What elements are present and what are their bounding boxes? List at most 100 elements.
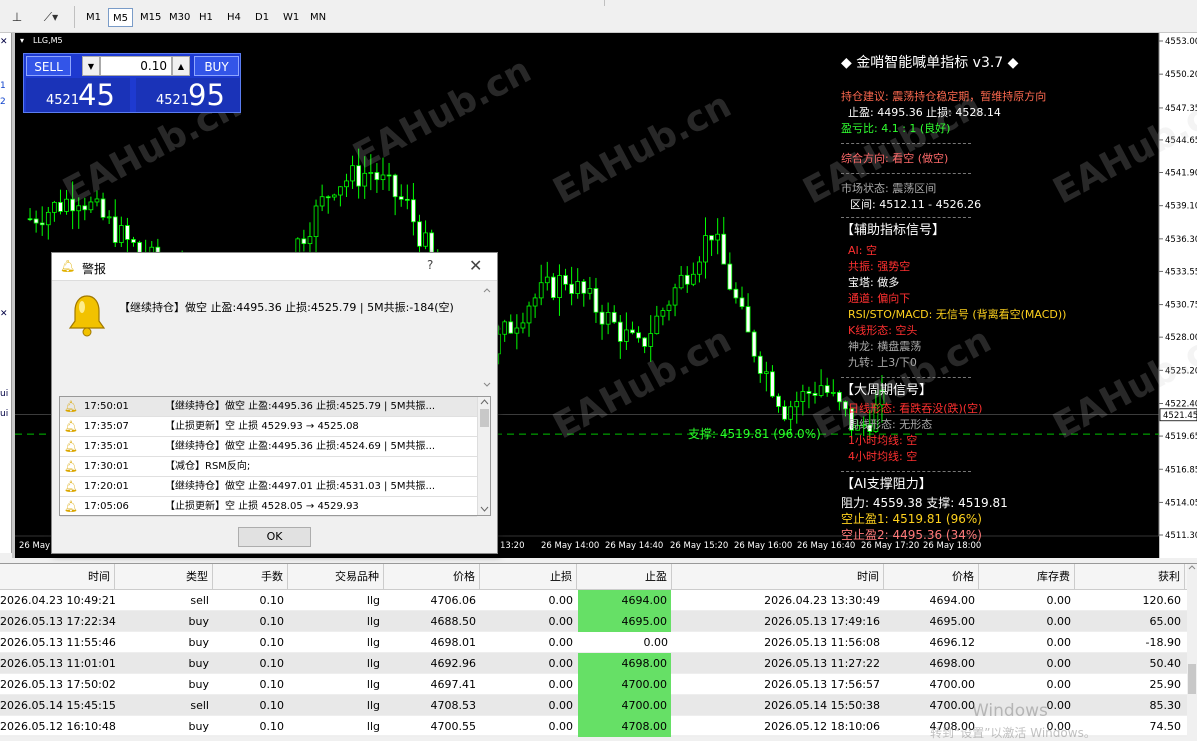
y-tick-label: 4519.65 (1165, 432, 1197, 442)
candle-body (380, 174, 386, 181)
h1-ma-signal: 1小时均线: 空 (848, 434, 918, 447)
candle-body (818, 385, 824, 396)
table-cell: 2026.05.12 16:10:48 (0, 720, 116, 733)
sell-button[interactable]: SELL (26, 56, 71, 76)
table-cell: 4696.12 (929, 636, 976, 649)
buy-button[interactable]: BUY (194, 56, 239, 76)
table-cell: 2026.05.13 17:50:02 (0, 678, 116, 691)
table-row[interactable]: 2026.05.13 17:22:34 buy 0.10 llg 4688.50 0.00… (0, 611, 1187, 632)
one-click-trading-panel: SELL ▼ ▲ BUY 4521 45 4521 95 (23, 53, 241, 113)
table-cell: 2026.05.14 15:45:15 (0, 699, 116, 712)
terminal-scrollbar[interactable] (1187, 564, 1197, 736)
table-row[interactable]: 2026.05.13 11:01:01 buy 0.10 llg 4692.96 0.00… (0, 653, 1187, 674)
ok-button[interactable]: OK (238, 527, 311, 547)
shapes-dropdown-icon[interactable]: ⟋▾ (34, 8, 68, 26)
strip-close-icon[interactable]: ✕ (0, 309, 8, 319)
column-header[interactable]: 止损 (480, 564, 577, 590)
column-header[interactable]: 类型 (115, 564, 213, 590)
table-cell: 0.10 (259, 594, 285, 607)
current-price-label: 4521.45 (1163, 411, 1197, 421)
table-row[interactable]: 2026.05.13 17:50:02 buy 0.10 llg 4697.41 0.00… (0, 674, 1187, 695)
candle-body (325, 196, 331, 199)
line-tool-icon[interactable]: ⊥ (6, 8, 28, 26)
chart-menu-icon[interactable]: ▾ (20, 36, 24, 45)
column-header[interactable]: 止盈 (577, 564, 672, 590)
table-cell: buy (188, 720, 209, 733)
alert-time: 17:35:01 (84, 441, 129, 452)
buy-price-digits: 95 (188, 78, 225, 112)
timeframe-h1[interactable]: H1 (195, 8, 217, 27)
candle-body (654, 315, 660, 335)
message-scrollbar[interactable] (482, 287, 492, 389)
candle-body (131, 239, 136, 243)
candle-body (605, 312, 611, 325)
timeframe-m5[interactable]: M5 (108, 8, 133, 27)
alert-history-row[interactable]: 🔔︎ 17:35:07 【止损更新】空 止损 4529.93 → 4525.08 (60, 417, 477, 437)
table-cell: 0.00 (548, 657, 574, 670)
x-tick-label: 26 May 14:40 (605, 541, 663, 551)
y-tick-label: 4553.00 (1165, 37, 1197, 47)
alert-history-row[interactable]: 🔔︎ 17:30:01 【减仓】RSM反向; (60, 457, 477, 477)
timeframe-m1[interactable]: M1 (82, 8, 105, 27)
candle-body (526, 305, 532, 324)
alert-history-row[interactable]: 🔔︎ 17:50:01 【继续持仓】做空 止盈:4495.36 止损:4525.79… (60, 397, 477, 417)
lot-increase-button[interactable]: ▲ (172, 56, 190, 76)
candle-body (58, 201, 63, 212)
column-header[interactable]: 获利 (1075, 564, 1185, 590)
lot-decrease-button[interactable]: ▼ (82, 56, 100, 76)
bell-icon: 🔔︎ (64, 500, 78, 513)
alert-dialog: 🔔︎ 警报 ? ✕ 【继续持仓】做空 止盈:4495.36 止损:4525.79… (51, 252, 498, 554)
alert-titlebar[interactable]: 🔔︎ 警报 ? ✕ (52, 253, 497, 281)
table-row[interactable]: 2026.04.23 10:49:21 sell 0.10 llg 4706.06 0.0… (0, 590, 1187, 611)
close-button[interactable]: ✕ (469, 256, 482, 275)
buy-price-box[interactable]: 4521 95 (136, 78, 240, 112)
timeframe-h4[interactable]: H4 (223, 8, 245, 27)
candle-body (684, 274, 690, 285)
resonance-signal: 共振: 强势空 (848, 260, 911, 273)
timeframe-d1[interactable]: D1 (251, 8, 273, 27)
timeframe-m30[interactable]: M30 (165, 8, 194, 27)
column-header[interactable]: 价格 (384, 564, 480, 590)
column-header[interactable]: 手数 (213, 564, 288, 590)
alert-history-row[interactable]: 🔔︎ 17:20:01 【继续持仓】做空 止盈:4497.01 止损:4531.03… (60, 477, 477, 497)
timeframe-m15[interactable]: M15 (136, 8, 165, 27)
column-header[interactable]: 交易品种 (288, 564, 384, 590)
table-cell: 2026.05.13 17:56:57 (764, 678, 880, 691)
lot-size-input[interactable] (100, 56, 172, 76)
table-cell: 4700.00 (578, 674, 671, 695)
timeframe-mn[interactable]: MN (306, 8, 330, 27)
candle-body (757, 355, 763, 374)
candle-body (630, 329, 635, 334)
table-cell: 50.40 (1149, 657, 1182, 670)
big-period-header: 【大周期信号】 (841, 383, 933, 398)
strip-close-icon[interactable]: ✕ (0, 37, 8, 47)
support-line-label: 支撑: 4519.81 (96.0%) (688, 427, 821, 441)
alert-history-row[interactable]: 🔔︎ 17:05:06 【止损更新】空 止损 4528.05 → 4529.93 (60, 497, 477, 517)
column-header[interactable]: 库存费 (979, 564, 1075, 590)
windows-activate-text: 转到“设置”以激活 Windows。 (930, 726, 1096, 740)
y-tick-label: 4547.35 (1165, 104, 1197, 114)
table-cell: 4700.00 (929, 678, 976, 691)
candle-body (82, 205, 88, 211)
column-header[interactable]: 时间 (0, 564, 115, 590)
candle-body (544, 276, 550, 284)
table-cell: 25.90 (1149, 678, 1182, 691)
sell-price-box[interactable]: 4521 45 (26, 78, 130, 112)
candle-body (301, 238, 307, 245)
candle-body (617, 321, 623, 342)
candle-body (307, 236, 313, 245)
rsi-sto-macd-signal: RSI/STO/MACD: 无信号 (背离看空(MACD)) (848, 308, 1067, 321)
history-scrollbar[interactable] (477, 397, 490, 515)
alert-history-list[interactable]: 🔔︎ 17:50:01 【继续持仓】做空 止盈:4495.36 止损:4525.79… (59, 396, 491, 517)
alert-history-row[interactable]: 🔔︎ 17:35:01 【继续持仓】做空 止盈:4495.36 止损:4524.69… (60, 437, 477, 457)
table-row[interactable]: 2026.05.13 11:55:46 buy 0.10 llg 4698.01 0.00… (0, 632, 1187, 653)
bell-icon: 🔔︎ (64, 420, 78, 433)
help-button[interactable]: ? (427, 258, 433, 272)
table-cell: llg (366, 657, 380, 670)
table-cell: 0.10 (259, 657, 285, 670)
timeframe-w1[interactable]: W1 (279, 8, 303, 27)
table-cell: llg (366, 636, 380, 649)
column-header[interactable]: 价格 (884, 564, 979, 590)
y-tick-label: 4541.90 (1165, 168, 1197, 178)
column-header[interactable]: 时间 (672, 564, 884, 590)
